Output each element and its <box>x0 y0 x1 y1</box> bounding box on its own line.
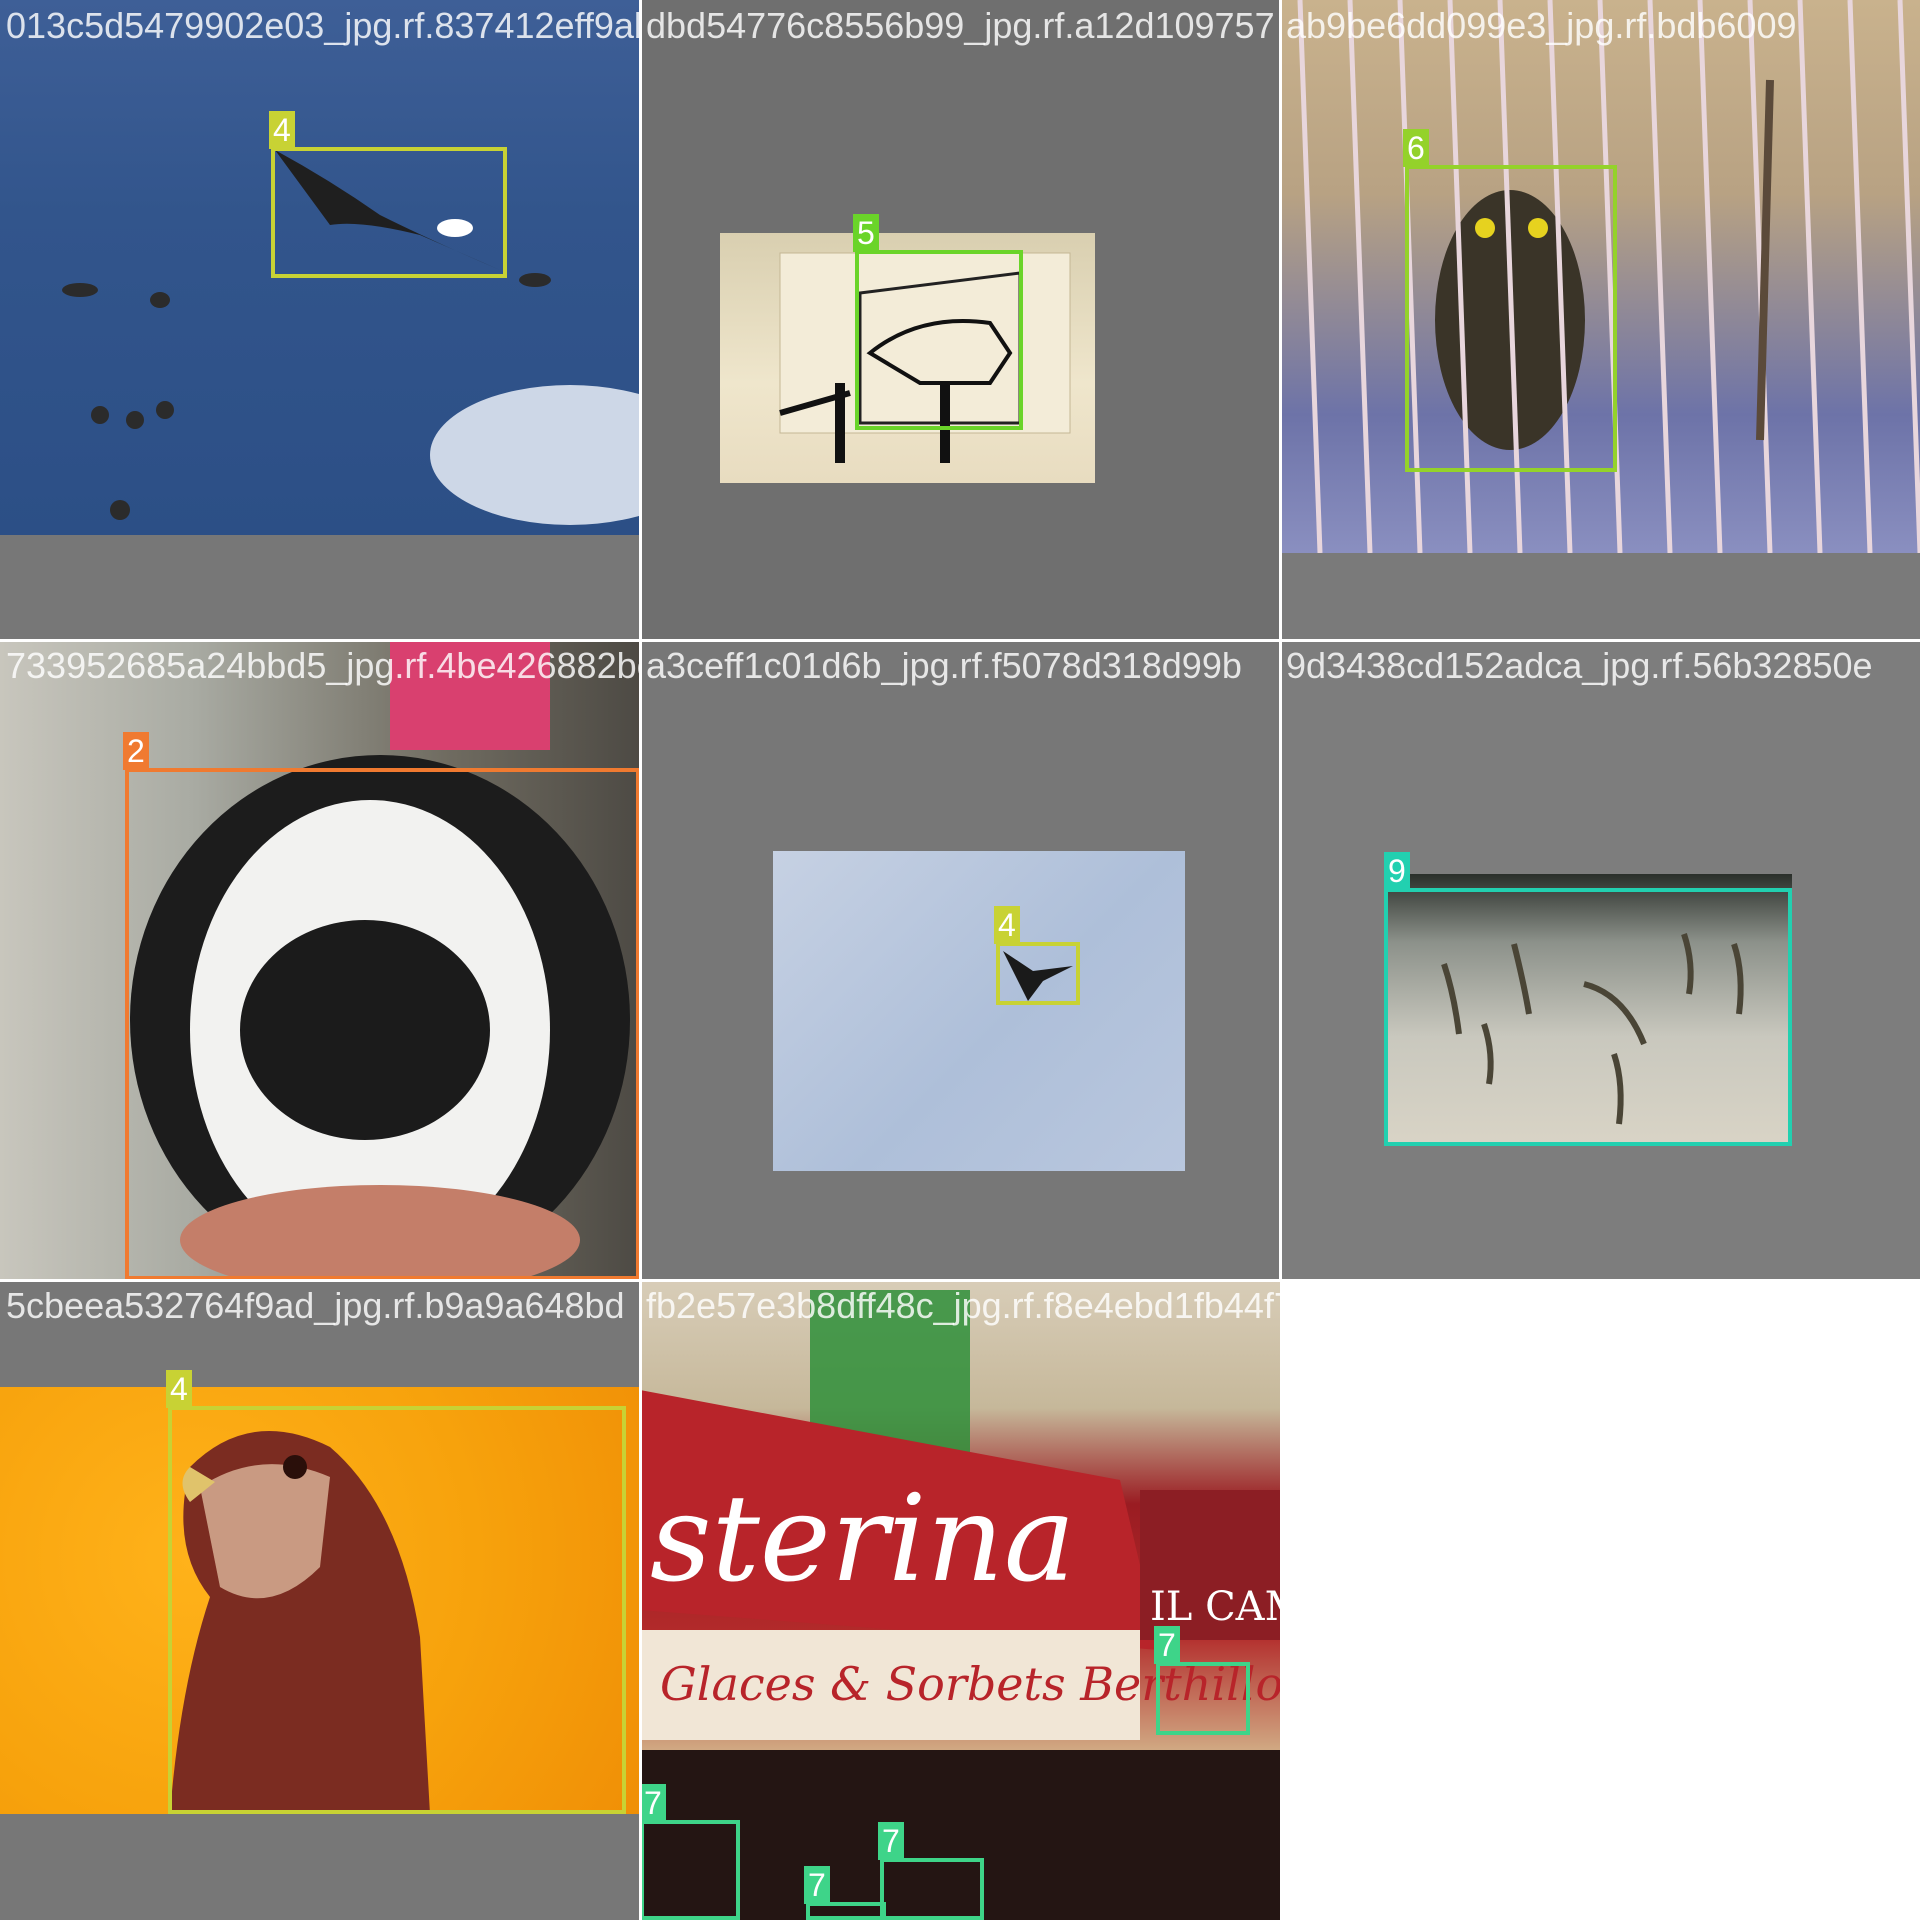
tile-horse-sculpture[interactable]: 5 dbd54776c8556b99_jpg.rf.a12d109757 <box>640 0 1280 640</box>
bbox-horse[interactable] <box>855 250 1023 430</box>
bbox-label: 4 <box>269 111 295 149</box>
tile-dog[interactable]: 2 733952685a24bbd5_jpg.rf.4be426882bee <box>0 640 640 1280</box>
tile-filename: ab9be6dd099e3_jpg.rf.bdb6009 <box>1286 5 1797 46</box>
tile-eagle-water[interactable]: 4 013c5d5479902e03_jpg.rf.837412eff9abed… <box>0 0 640 640</box>
awning-text: sterina <box>650 1470 1075 1609</box>
bbox-label: 2 <box>123 732 149 770</box>
grid-divider <box>639 0 642 1920</box>
mosaic-grid: 4 013c5d5479902e03_jpg.rf.837412eff9abed… <box>0 0 1920 1920</box>
tile-filename: 5cbeea532764f9ad_jpg.rf.b9a9a648bd <box>6 1285 625 1326</box>
photo-bird-sky <box>773 851 1185 1171</box>
bbox-label: 4 <box>994 906 1020 944</box>
bbox-label: 7 <box>640 1784 666 1822</box>
tile-filename: 733952685a24bbd5_jpg.rf.4be426882bee <box>6 645 640 686</box>
bbox-dog[interactable] <box>125 768 640 1280</box>
tile-hawk[interactable]: 4 5cbeea532764f9ad_jpg.rf.b9a9a648bd <box>0 1280 640 1920</box>
bbox-bird[interactable] <box>996 942 1080 1005</box>
grid-divider <box>0 1279 1920 1282</box>
bbox-label: 9 <box>1384 852 1410 890</box>
bbox-label: 7 <box>1154 1626 1180 1664</box>
bbox-owl[interactable] <box>1405 165 1617 472</box>
tile-filename: fb2e57e3b8dff48c_jpg.rf.f8e4ebd1fb44f7e8 <box>646 1285 1280 1326</box>
bbox-eels[interactable] <box>1384 888 1792 1146</box>
tile-filename: 9d3438cd152adca_jpg.rf.56b32850e <box>1286 645 1873 686</box>
tile-filename: 013c5d5479902e03_jpg.rf.837412eff9abed5a <box>6 5 640 46</box>
bbox-label: 5 <box>853 214 879 252</box>
bbox-label: 7 <box>804 1866 830 1904</box>
bbox-hawk[interactable] <box>168 1406 626 1814</box>
bbox-eagle[interactable] <box>271 147 507 278</box>
grid-divider <box>0 639 1920 642</box>
tile-storefront[interactable]: sterina Glaces & Sorbets Berthillon IL C… <box>640 1280 1280 1920</box>
side-sign-text: IL CAMPI <box>1150 1584 1280 1630</box>
bbox-label: 6 <box>1403 129 1429 167</box>
bbox-storefront-1[interactable] <box>1156 1662 1250 1735</box>
tile-bird-sky[interactable]: 4 a3ceff1c01d6b_jpg.rf.f5078d318d99b <box>640 640 1280 1280</box>
tile-filename: a3ceff1c01d6b_jpg.rf.f5078d318d99b <box>646 645 1242 686</box>
bbox-storefront-4[interactable] <box>806 1902 886 1920</box>
bbox-label: 4 <box>166 1370 192 1408</box>
bbox-storefront-3[interactable] <box>880 1858 984 1920</box>
bbox-label: 7 <box>878 1822 904 1860</box>
tile-owl-cage[interactable]: 6 ab9be6dd099e3_jpg.rf.bdb6009 <box>1280 0 1920 640</box>
sky-scene <box>1003 951 1073 1001</box>
tile-eels[interactable]: 9 9d3438cd152adca_jpg.rf.56b32850e <box>1280 640 1920 1280</box>
tile-filename: dbd54776c8556b99_jpg.rf.a12d109757 <box>646 5 1275 46</box>
bbox-storefront-2[interactable] <box>640 1820 740 1920</box>
